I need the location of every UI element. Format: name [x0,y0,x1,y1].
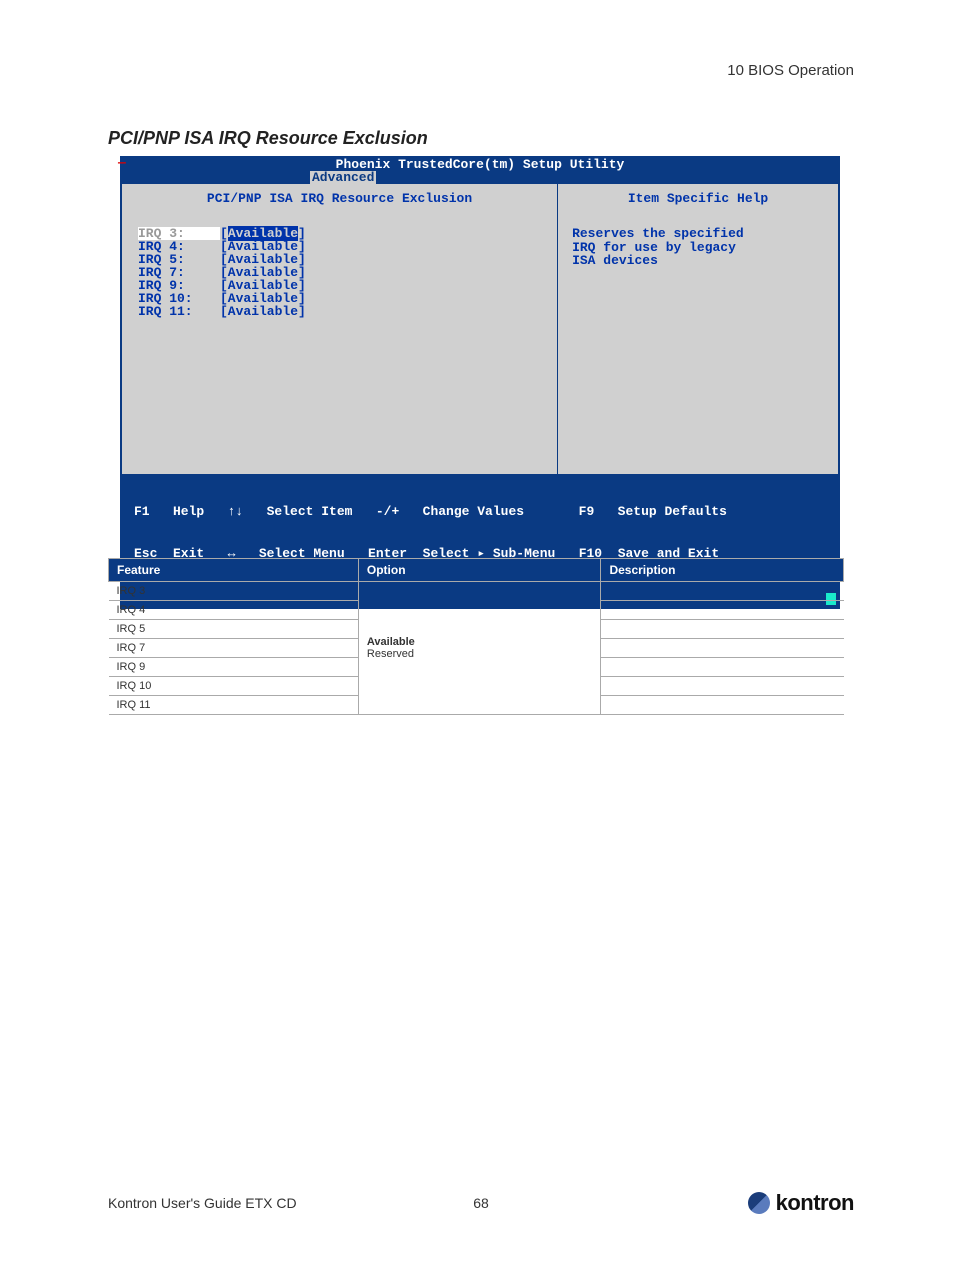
kontron-logo-text: kontron [776,1190,854,1216]
bios-panel-title: PCI/PNP ISA IRQ Resource Exclusion [138,192,541,205]
bios-irq-row: IRQ 10:[Available] [138,292,541,305]
cell-description [601,677,844,696]
footer-guide: Kontron User's Guide ETX CD [108,1195,297,1211]
page-footer: Kontron User's Guide ETX CD 68 kontron [108,1190,854,1216]
col-feature: Feature [109,559,359,582]
cell-description [601,696,844,715]
bios-screenshot: — Phoenix TrustedCore(tm) Setup Utility … [120,156,840,609]
cell-description [601,582,844,601]
cell-feature: IRQ 4 [109,601,359,620]
section-title: PCI/PNP ISA IRQ Resource Exclusion [108,128,428,149]
cell-feature: IRQ 9 [109,658,359,677]
cell-feature: IRQ 3 [109,582,359,601]
cell-description [601,639,844,658]
table-row: IRQ 3AvailableReserved [109,582,844,601]
cell-feature: IRQ 10 [109,677,359,696]
cell-feature: IRQ 11 [109,696,359,715]
col-option: Option [358,559,601,582]
bios-irq-value: [Available] [220,305,306,318]
bios-irq-list: IRQ 3:[Available]IRQ 4:[Available]IRQ 5:… [138,227,541,318]
bios-footer-line1: F1 Help ↑↓ Select Item -/+ Change Values… [134,505,826,519]
bios-irq-row: IRQ 11:[Available] [138,305,541,318]
bios-irq-row: IRQ 7:[Available] [138,266,541,279]
page-header: 10 BIOS Operation [727,62,854,79]
bios-irq-row: IRQ 5:[Available] [138,253,541,266]
footer-page-number: 68 [473,1195,489,1211]
kontron-logo: kontron [748,1190,854,1216]
bios-left-panel: PCI/PNP ISA IRQ Resource Exclusion IRQ 3… [122,184,557,474]
table-header-row: Feature Option Description [109,559,844,582]
cell-feature: IRQ 5 [109,620,359,639]
cell-feature: IRQ 7 [109,639,359,658]
bios-tab-advanced: Advanced [310,171,376,184]
kontron-logo-icon [748,1192,770,1214]
bios-tabbar: Advanced [120,171,840,184]
bios-marker: — [118,156,126,169]
bios-irq-label: IRQ 11: [138,305,220,318]
col-description: Description [601,559,844,582]
bios-body: PCI/PNP ISA IRQ Resource Exclusion IRQ 3… [122,184,838,474]
bios-irq-row: IRQ 3:[Available] [138,227,541,240]
cell-option: AvailableReserved [358,582,601,715]
cell-description [601,658,844,677]
cell-description [601,620,844,639]
bios-help-title: Item Specific Help [572,192,824,205]
bios-irq-row: IRQ 4:[Available] [138,240,541,253]
bios-title: Phoenix TrustedCore(tm) Setup Utility [120,156,840,171]
cell-description [601,601,844,620]
bios-help-panel: Item Specific Help Reserves the specifie… [557,184,838,474]
bios-help-body: Reserves the specified IRQ for use by le… [572,227,824,268]
options-table: Feature Option Description IRQ 3Availabl… [108,558,844,715]
bios-irq-row: IRQ 9:[Available] [138,279,541,292]
